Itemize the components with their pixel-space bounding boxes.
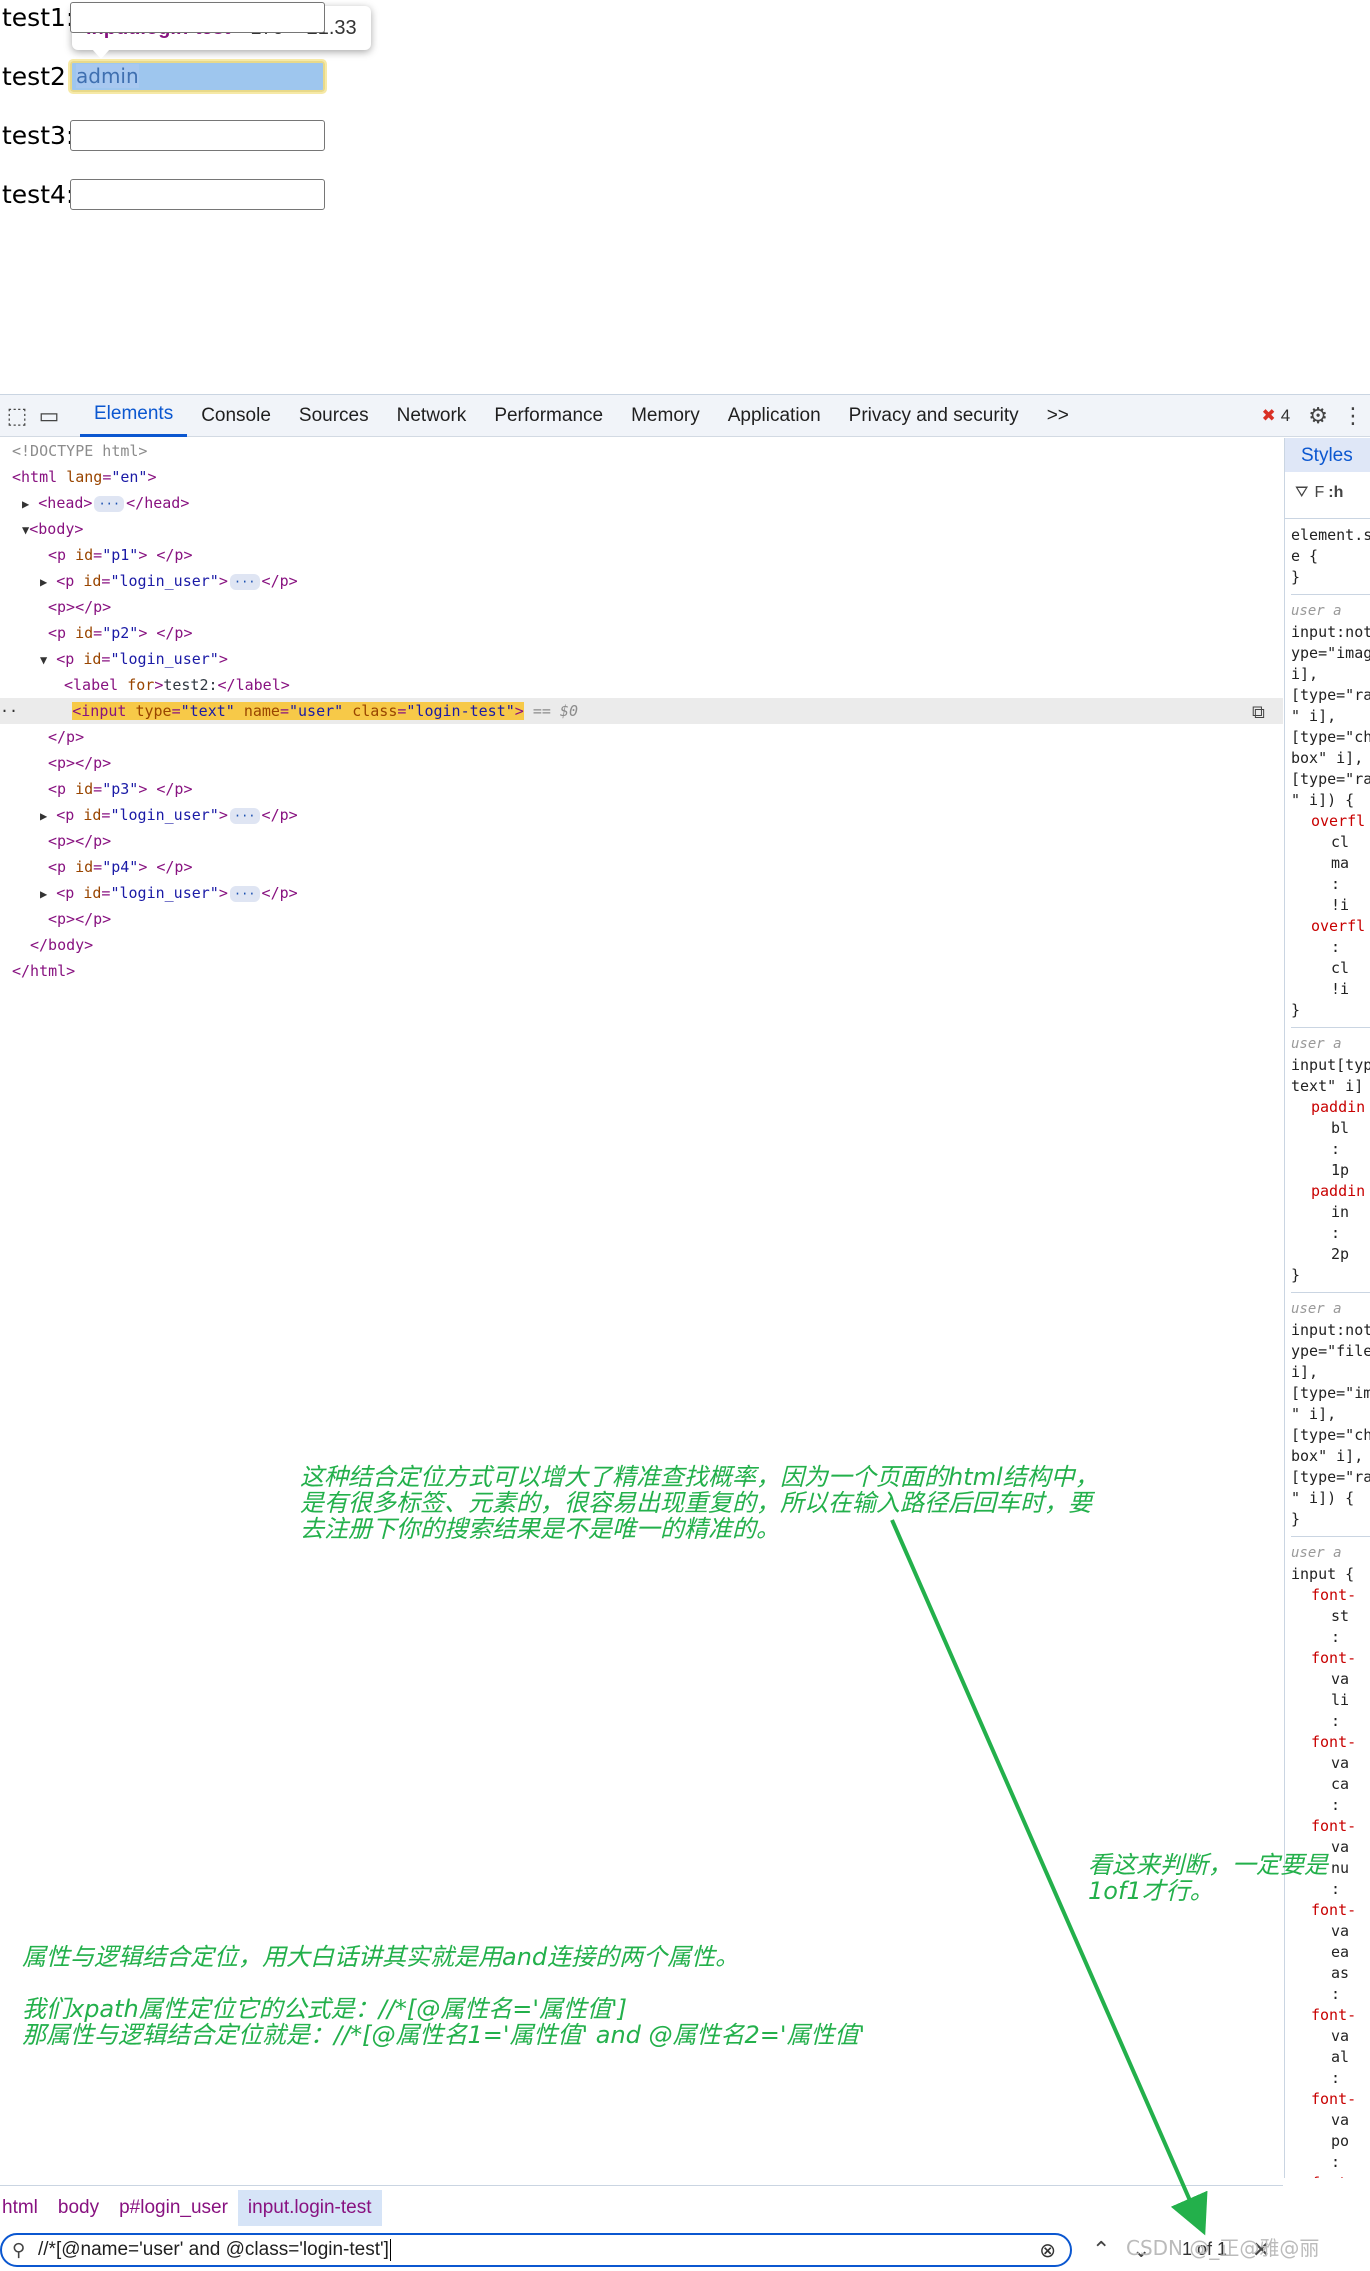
annotation-arrow xyxy=(890,1519,1208,2236)
watermark: CSDN @_正@雅@丽 xyxy=(1126,2236,1320,2260)
